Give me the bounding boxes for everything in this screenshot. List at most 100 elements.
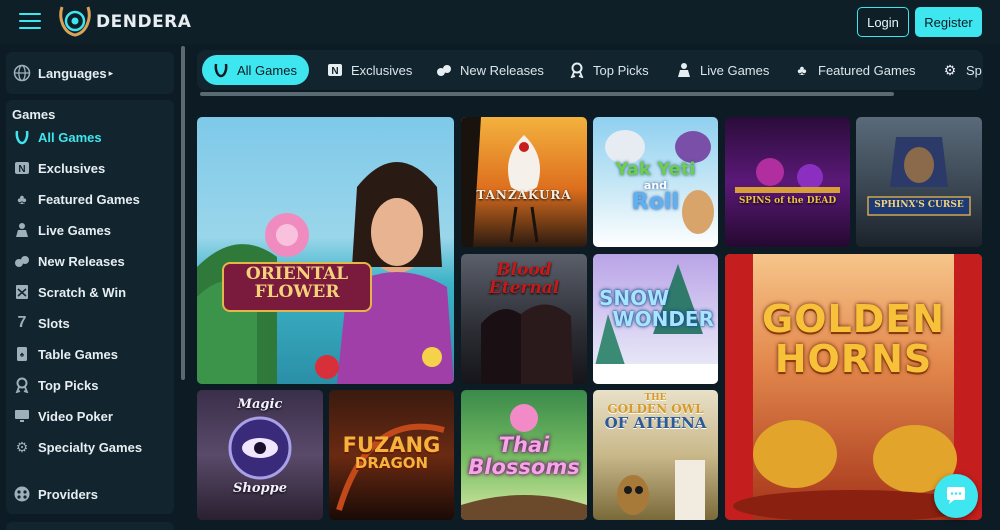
sidebar-item-specialty-games[interactable]: ⚙ Specialty Games [13,436,142,458]
game-tile-yak-yeti-roll[interactable]: Yak Yeti and Roll [593,117,718,247]
gear-icon: ⚙ [15,438,29,455]
sidebar-item-slots[interactable]: 7 Slots [13,312,70,334]
tab-label: Live Games [700,62,770,78]
game-tile-magic-shoppe[interactable]: Magic Shoppe [197,390,323,520]
brand-name: DENDERA [96,12,192,32]
tab-label: Featured Games [818,62,916,78]
tanzakura-artwork [461,117,541,247]
tab-label: Exclusives [351,62,413,78]
sidebar-item-exclusives[interactable]: N Exclusives [13,157,105,179]
game-tile-thai-blossoms[interactable]: Thai Blossoms [461,390,587,520]
live-dealer-icon [675,61,693,79]
game-tile-spins-of-the-dead[interactable]: SPINS of the DEAD [725,117,850,247]
sidebar-item-video-poker[interactable]: Video Poker [13,405,113,427]
tab-specialty[interactable]: ⚙ Sp [941,55,982,85]
chat-button[interactable] [934,474,978,518]
game-title: Thai Blossoms [461,434,587,478]
sidebar-scrollbar[interactable] [181,46,185,380]
sidebar-item-label: Table Games [38,346,118,362]
clover-icon: ♣ [17,191,27,207]
game-title: FUZANG DRAGON [329,434,454,472]
sidebar-item-all-games[interactable]: All Games [13,126,102,148]
tab-featured-games[interactable]: ♣ Featured Games [793,55,916,85]
sidebar-item-label: New Releases [38,253,125,269]
title-line: Blossoms [468,455,580,480]
title-line: SNOW [599,286,670,310]
title-line: DRAGON [354,454,429,473]
game-title: Blood Eternal [461,261,587,298]
providers-icon [13,485,31,503]
globe-icon [13,64,31,82]
live-dealer-icon [13,221,31,239]
game-title-bottom: Shoppe [197,482,323,496]
game-tile-sphinxs-curse[interactable]: SPHINX'S CURSE [856,117,982,247]
sidebar-item-label: Top Picks [38,377,99,393]
new-cards-icon [435,61,453,79]
sidebar-item-label: Specialty Games [38,439,143,455]
game-title: Yak Yeti and Roll [593,159,718,216]
dendera-logo-icon [59,6,91,37]
sidebar-item-featured-games[interactable]: ♣ Featured Games [13,188,139,210]
tab-live-games[interactable]: Live Games [675,55,769,85]
game-tile-golden-owl-of-athena[interactable]: THE GOLDEN OWL OF ATHENA [593,390,718,520]
tab-new-releases[interactable]: New Releases [435,55,544,85]
sidebar-item-top-picks[interactable]: Top Picks [13,374,98,396]
tab-label: New Releases [460,62,544,78]
game-tile-snow-wonder[interactable]: SNOW WONDER [593,254,718,384]
title-line: Eternal [488,277,560,298]
game-tile-tanzakura[interactable]: TANZAKURA [461,117,587,247]
medal-icon [568,61,586,79]
exclusive-badge-icon: N [13,159,31,177]
title-line: Magic [237,397,283,412]
monitor-icon [13,407,31,425]
game-title: SPHINX'S CURSE [874,200,964,210]
sidebar-item-label: All Games [38,129,102,145]
oriental-flower-artwork [197,162,454,384]
games-menu: Games All Games N Exclusives ♣ Featured … [6,100,174,514]
login-button[interactable]: Login [857,7,909,37]
hamburger-menu-icon[interactable] [19,13,41,29]
languages-label: Languages [38,65,107,81]
sidebar-item-scratch-win[interactable]: Scratch & Win [13,281,126,303]
title-line: HORNS [774,336,933,381]
title-line: Roll [631,190,680,216]
sidebar-item-label: Scratch & Win [38,284,127,300]
title-line: FUZANG [342,433,441,457]
title-line: WONDER [612,307,714,331]
register-button[interactable]: Register [915,7,982,37]
new-cards-icon [13,252,31,270]
game-title: ORIENTAL FLOWER [222,265,372,302]
tab-label: Top Picks [593,62,649,78]
sidebar-item-label: Live Games [38,222,111,238]
tab-exclusives[interactable]: N Exclusives [326,55,412,85]
games-heading: Games [12,107,56,122]
sidebar-item-label: Exclusives [38,160,106,176]
title-line: Yak Yeti [615,159,696,180]
spins-of-the-dead-artwork [735,158,840,193]
playing-card-icon: ♠ [13,345,31,363]
providers-label: Providers [38,486,98,502]
game-title: THE GOLDEN OWL OF ATHENA [593,393,718,432]
chat-bubble-icon [945,486,967,506]
tab-all-games[interactable]: All Games [202,55,309,85]
game-tile-fuzang-dragon[interactable]: FUZANG DRAGON [329,390,454,520]
tab-top-picks[interactable]: Top Picks [568,55,649,85]
game-tile-oriental-flower[interactable]: ORIENTAL FLOWER [197,117,454,384]
sidebar-item-live-games[interactable]: Live Games [13,219,111,241]
brand-logo[interactable]: DENDERA [56,3,191,41]
game-title: SNOW WONDER [593,288,718,330]
clover-icon: ♣ [797,62,807,78]
providers-menu[interactable]: Providers [6,476,174,512]
tabs-scrollbar[interactable] [200,92,894,96]
game-title: TANZAKURA [476,188,572,202]
languages-selector[interactable]: Languages ▸ [6,52,174,94]
sidebar-item-new-releases[interactable]: New Releases [13,250,125,272]
sidebar-item-table-games[interactable]: ♠ Table Games [13,343,118,365]
sidebar: Languages ▸ Games All Games N Exclusives… [0,44,190,530]
chevron-right-icon: ▸ [108,67,114,78]
game-tile-blood-eternal[interactable]: Blood Eternal [461,254,587,384]
sphinxs-curse-artwork [867,137,971,216]
tab-label: Sp [966,62,982,78]
exclusive-badge-icon: N [326,61,344,79]
game-title: Magic [197,398,323,412]
